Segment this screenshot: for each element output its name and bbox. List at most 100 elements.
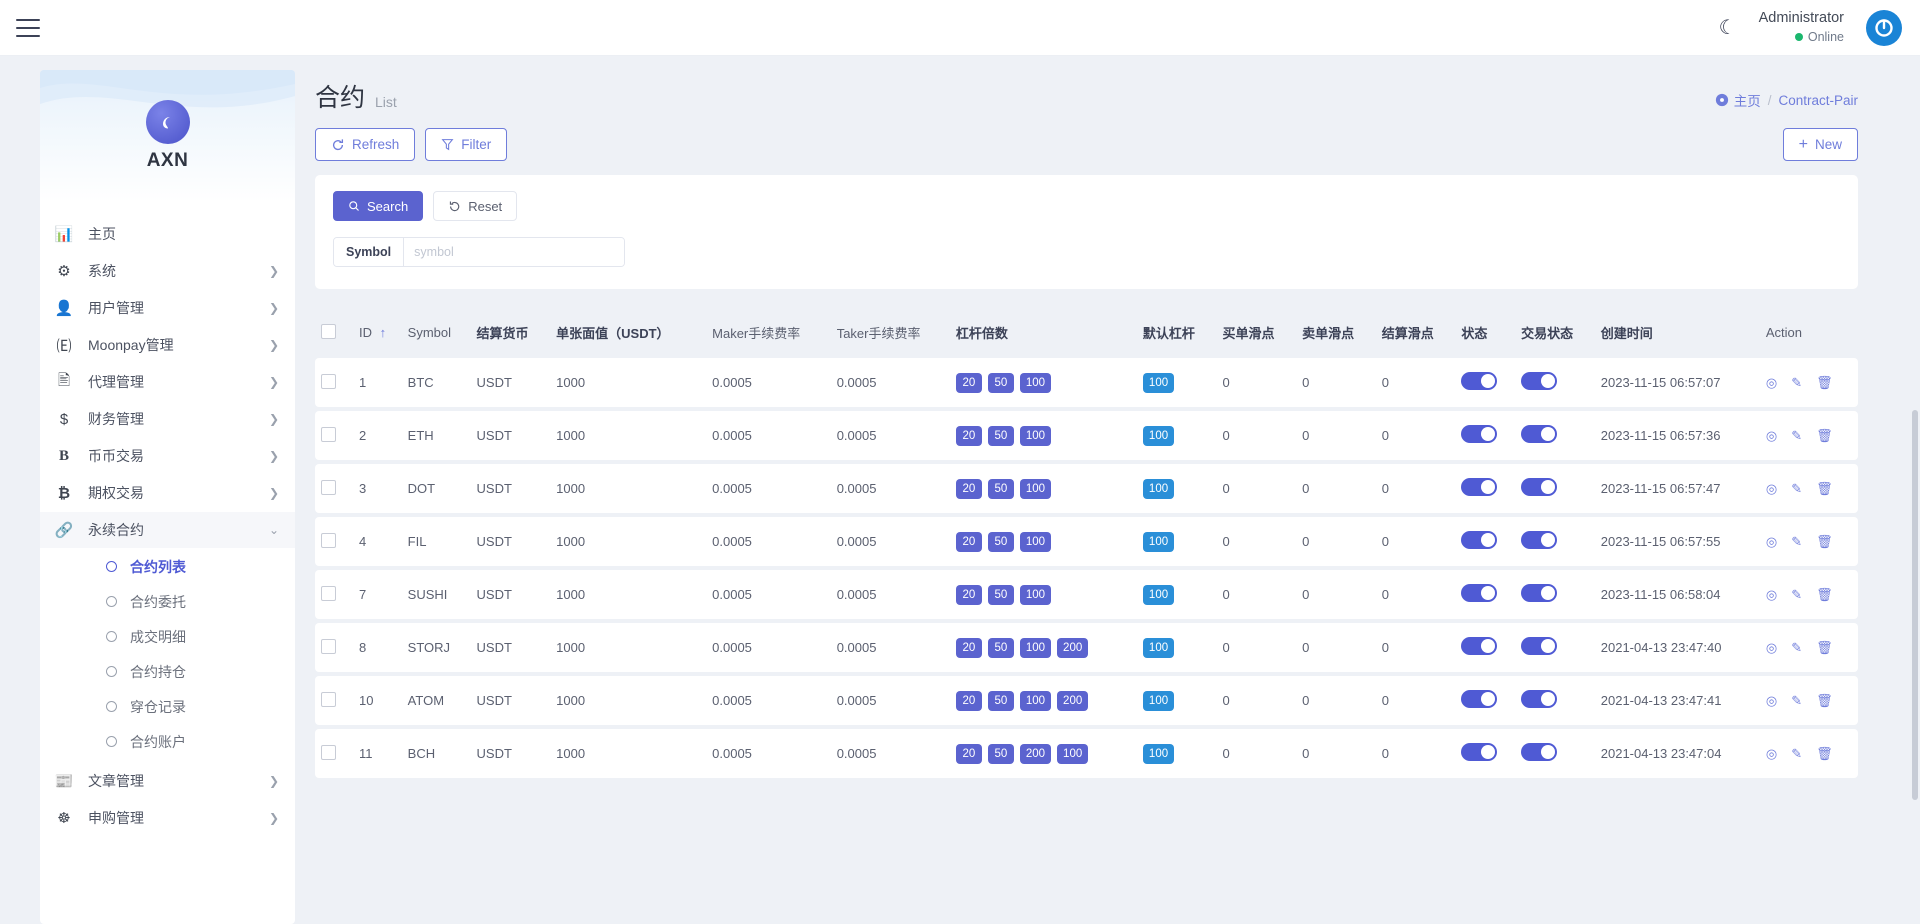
cell-settlement-currency: USDT [471, 411, 551, 460]
status-toggle[interactable] [1461, 690, 1497, 708]
edit-icon[interactable]: ✎ [1791, 694, 1802, 707]
sidebar-subitem-label: 合约列表 [130, 557, 186, 577]
sidebar-subitem-contract-position[interactable]: 合约持仓 [40, 654, 295, 689]
cell-sell-slippage: 0 [1296, 411, 1376, 460]
view-icon[interactable]: ◎ [1766, 641, 1777, 654]
symbol-input[interactable] [404, 238, 624, 266]
view-icon[interactable]: ◎ [1766, 376, 1777, 389]
delete-icon[interactable]: 🗑 [1816, 376, 1833, 389]
trade-status-toggle[interactable] [1521, 478, 1557, 496]
table-row[interactable]: 10ATOMUSDT10000.00050.000520501002001000… [315, 676, 1858, 725]
table-row[interactable]: 8STORJUSDT10000.00050.000520501002001000… [315, 623, 1858, 672]
view-icon[interactable]: ◎ [1766, 747, 1777, 760]
moon-icon[interactable]: ☾ [1719, 18, 1737, 38]
delete-icon[interactable]: 🗑 [1816, 588, 1833, 601]
view-icon[interactable]: ◎ [1766, 694, 1777, 707]
view-icon[interactable]: ◎ [1766, 429, 1777, 442]
trade-status-toggle[interactable] [1521, 743, 1557, 761]
cell-default-leverage: 100 [1137, 411, 1217, 460]
row-checkbox[interactable] [321, 639, 336, 654]
trade-status-toggle[interactable] [1521, 531, 1557, 549]
sidebar-item-coin-trade[interactable]: B 币币交易 ❯ [40, 438, 295, 474]
vertical-scrollbar[interactable] [1912, 120, 1918, 924]
trade-status-toggle[interactable] [1521, 372, 1557, 390]
edit-icon[interactable]: ✎ [1791, 641, 1802, 654]
trade-status-toggle[interactable] [1521, 690, 1557, 708]
row-checkbox[interactable] [321, 374, 336, 389]
table-row[interactable]: 3DOTUSDT10000.00050.00052050100100000202… [315, 464, 1858, 513]
sidebar-item-article-management[interactable]: 📰 文章管理 ❯ [40, 763, 295, 799]
select-all-checkbox[interactable] [321, 324, 336, 339]
view-icon[interactable]: ◎ [1766, 535, 1777, 548]
hamburger-icon[interactable] [16, 19, 40, 37]
delete-icon[interactable]: 🗑 [1816, 482, 1833, 495]
scrollbar-thumb[interactable] [1912, 410, 1918, 800]
th-sell-slippage: 卖单滑点 [1296, 311, 1376, 354]
sidebar-item-agent-management[interactable]: 🖹 代理管理 ❯ [40, 364, 295, 400]
sidebar-item-finance-management[interactable]: $ 财务管理 ❯ [40, 401, 295, 437]
sidebar-item-option-trade[interactable]: ₿ 期权交易 ❯ [40, 475, 295, 511]
status-toggle[interactable] [1461, 584, 1497, 602]
sidebar-subitem-liquidation-record[interactable]: 穿仓记录 [40, 689, 295, 724]
row-checkbox[interactable] [321, 586, 336, 601]
view-icon[interactable]: ◎ [1766, 588, 1777, 601]
table-row[interactable]: 2ETHUSDT10000.00050.00052050100100000202… [315, 411, 1858, 460]
row-checkbox[interactable] [321, 427, 336, 442]
trade-status-toggle[interactable] [1521, 637, 1557, 655]
delete-icon[interactable]: 🗑 [1816, 641, 1833, 654]
sidebar-item-perpetual-contract[interactable]: 🔗 永续合约 ⌄ [40, 512, 295, 548]
sidebar-item-system[interactable]: ⚙ 系统 ❯ [40, 253, 295, 289]
table-row[interactable]: 1BTCUSDT10000.00050.00052050100100000202… [315, 358, 1858, 407]
new-button[interactable]: + New [1783, 128, 1858, 161]
avatar[interactable] [1866, 10, 1902, 46]
th-id[interactable]: ID ↑ [353, 311, 402, 354]
edit-icon[interactable]: ✎ [1791, 747, 1802, 760]
sidebar-subitem-trade-detail[interactable]: 成交明细 [40, 619, 295, 654]
status-toggle[interactable] [1461, 743, 1497, 761]
row-checkbox[interactable] [321, 533, 336, 548]
edit-icon[interactable]: ✎ [1791, 588, 1802, 601]
edit-icon[interactable]: ✎ [1791, 376, 1802, 389]
status-toggle[interactable] [1461, 478, 1497, 496]
user-block[interactable]: Administrator Online [1759, 9, 1844, 45]
reset-button[interactable]: Reset [433, 191, 517, 221]
sidebar-item-user-management[interactable]: 👤 用户管理 ❯ [40, 290, 295, 326]
edit-icon[interactable]: ✎ [1791, 429, 1802, 442]
sidebar-item-moonpay[interactable]: 🄔 Moonpay管理 ❯ [40, 327, 295, 363]
refresh-button[interactable]: Refresh [315, 128, 415, 161]
breadcrumb-home[interactable]: 主页 [1715, 90, 1761, 110]
trade-status-toggle[interactable] [1521, 425, 1557, 443]
sidebar-item-subscription-management[interactable]: ☸ 申购管理 ❯ [40, 800, 295, 836]
delete-icon[interactable]: 🗑 [1816, 429, 1833, 442]
status-toggle[interactable] [1461, 531, 1497, 549]
trade-status-toggle[interactable] [1521, 584, 1557, 602]
row-checkbox[interactable] [321, 692, 336, 707]
status-toggle[interactable] [1461, 425, 1497, 443]
row-checkbox[interactable] [321, 480, 336, 495]
view-icon[interactable]: ◎ [1766, 482, 1777, 495]
edit-icon[interactable]: ✎ [1791, 535, 1802, 548]
status-toggle[interactable] [1461, 637, 1497, 655]
sidebar-item-home[interactable]: 📊 主页 [40, 216, 295, 252]
sidebar-subitem-contract-account[interactable]: 合约账户 [40, 724, 295, 759]
breadcrumb-current[interactable]: Contract-Pair [1778, 93, 1858, 108]
search-button[interactable]: Search [333, 191, 423, 221]
filter-button[interactable]: Filter [425, 128, 507, 161]
table-row[interactable]: 11BCHUSDT10000.00050.0005205020010010000… [315, 729, 1858, 778]
sidebar-subitem-contract-list[interactable]: 合约列表 [40, 549, 295, 584]
edit-icon[interactable]: ✎ [1791, 482, 1802, 495]
delete-icon[interactable]: 🗑 [1816, 535, 1833, 548]
row-checkbox[interactable] [321, 745, 336, 760]
status-toggle[interactable] [1461, 372, 1497, 390]
refresh-icon [331, 138, 345, 152]
filter-label: Filter [461, 137, 491, 152]
sidebar-subitem-contract-order[interactable]: 合约委托 [40, 584, 295, 619]
row-checkbox-cell [315, 517, 353, 566]
table-row[interactable]: 4FILUSDT10000.00050.00052050100100000202… [315, 517, 1858, 566]
cell-symbol: ATOM [402, 676, 471, 725]
delete-icon[interactable]: 🗑 [1816, 694, 1833, 707]
default-leverage-badge: 100 [1143, 479, 1174, 499]
delete-icon[interactable]: 🗑 [1816, 747, 1833, 760]
table-row[interactable]: 7SUSHIUSDT10000.00050.000520501001000002… [315, 570, 1858, 619]
th-maker-fee: Maker手续费率 [706, 311, 831, 354]
